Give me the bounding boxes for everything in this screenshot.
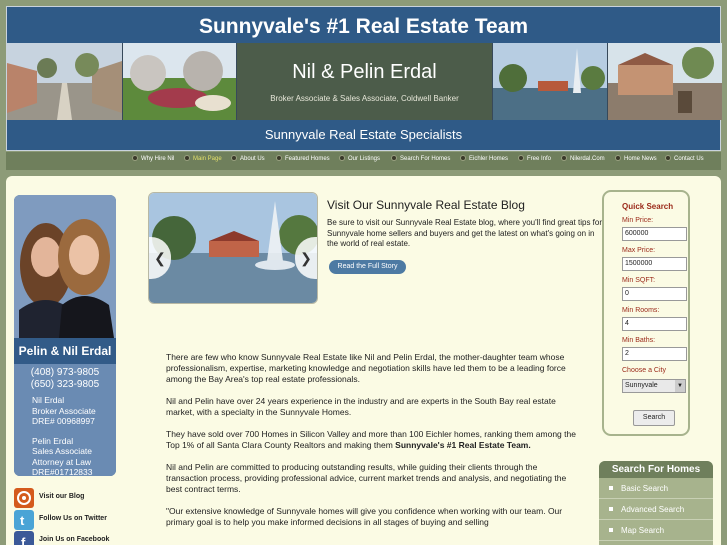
bullet-icon: [132, 155, 138, 161]
twitter-icon: t: [14, 510, 34, 530]
nav-item-featured-homes[interactable]: Featured Homes: [276, 155, 330, 162]
bullet-icon: [339, 155, 345, 161]
nav-item-our-listings[interactable]: Our Listings: [339, 155, 380, 162]
facebook-icon: f: [14, 531, 34, 545]
advanced-search-link[interactable]: Advanced Search: [599, 499, 713, 520]
bullet-icon: [184, 155, 190, 161]
blog-title: Visit Our Sunnyvale Real Estate Blog: [327, 198, 525, 212]
min-price-input[interactable]: 600000: [622, 227, 687, 241]
pelin-title-2: Attorney at Law: [32, 456, 92, 467]
bullet-icon: [460, 155, 466, 161]
min-baths-label: Min Baths:: [622, 337, 656, 344]
quick-search-button[interactable]: Search: [633, 410, 675, 426]
site-title: Sunnyvale's #1 Real Estate Team: [198, 15, 529, 38]
min-baths-input[interactable]: 2: [622, 347, 687, 361]
city-label: Choose a City: [622, 367, 666, 374]
bullet-icon: [231, 155, 237, 161]
basic-search-link[interactable]: Basic Search: [599, 478, 713, 499]
nav-item-home-news[interactable]: Home News: [615, 155, 657, 162]
agent-names: Nil & Pelin Erdal: [292, 61, 437, 83]
read-full-story-button[interactable]: Read the Full Story: [329, 260, 406, 274]
bullet-icon: [609, 486, 613, 490]
min-price-label: Min Price:: [622, 217, 654, 224]
nil-title: Broker Associate: [32, 405, 96, 416]
nav-item-why-hire-nil[interactable]: Why Hire Nil: [132, 155, 174, 162]
agents-photo: [14, 195, 116, 338]
nil-dre: DRE# 00968997: [32, 416, 95, 426]
max-price-label: Max Price:: [622, 247, 656, 254]
main-nav: Why Hire Nil Main Page About Us Featured…: [6, 152, 721, 170]
nil-name: Nil Erdal: [32, 395, 65, 405]
names-box: Nil & Pelin Erdal Broker Associate & Sal…: [237, 43, 492, 120]
pelin-dre: DRE#01712833: [32, 467, 93, 476]
site-header: Sunnyvale's #1 Real Estate Team Nil & Pe…: [6, 6, 722, 151]
nav-item-nilerdal-com[interactable]: Nilerdal.Com: [561, 155, 605, 162]
nav-item-about-us[interactable]: About Us: [231, 155, 265, 162]
svg-text:f: f: [21, 535, 26, 545]
blog-description: Be sure to visit our Sunnyvale Real Esta…: [327, 218, 603, 248]
intro-text: There are few who know Sunnyvale Real Es…: [166, 352, 581, 539]
search-for-homes-title: Search For Homes: [599, 461, 713, 478]
phone-1[interactable]: (408) 973-9805: [14, 367, 116, 379]
search-for-homes-panel: Search For Homes Basic Search Advanced S…: [599, 461, 713, 545]
chevron-left-icon: ❮: [154, 249, 166, 266]
chevron-right-icon: ❯: [300, 249, 312, 266]
bullet-icon: [391, 155, 397, 161]
phone-2[interactable]: (650) 323-9805: [14, 379, 116, 391]
image-slider: ❮ ❯: [148, 192, 318, 304]
chevron-down-icon: ▼: [675, 380, 685, 392]
statue-photo: [608, 43, 722, 120]
pelin-name: Pelin Erdal: [32, 435, 74, 446]
nav-item-free-info[interactable]: Free Info: [518, 155, 551, 162]
quick-search-title: Quick Search: [622, 202, 674, 211]
bullet-icon: [609, 507, 613, 511]
nav-item-main-page[interactable]: Main Page: [184, 155, 222, 162]
team-highlight: Sunnyvale's #1 Real Estate Team.: [395, 440, 531, 450]
min-rooms-input[interactable]: 4: [622, 317, 687, 331]
photo-strip: Nil & Pelin Erdal Broker Associate & Sal…: [7, 43, 722, 120]
profile-name: Pelin & Nil Erdal: [18, 344, 112, 358]
min-sqft-label: Min SQFT:: [622, 277, 656, 284]
paragraph-4: Nil and Pelin are committed to producing…: [166, 462, 567, 494]
min-sqft-input[interactable]: 0: [622, 287, 687, 301]
city-select[interactable]: Sunnyvale ▼: [622, 379, 686, 393]
paragraph-3: They have sold over 700 Homes in Silicon…: [166, 429, 576, 450]
fountain-photo: [493, 43, 607, 120]
min-rooms-label: Min Rooms:: [622, 307, 660, 314]
main-content: Pelin & Nil Erdal (408) 973-9805 (650) 3…: [6, 176, 721, 545]
bullet-icon: [276, 155, 282, 161]
street-photo: [7, 43, 122, 120]
paragraph-2: Nil and Pelin have over 24 years experie…: [166, 396, 556, 417]
agent-subtitle: Broker Associate & Sales Associate, Cold…: [270, 94, 459, 103]
tagline: Sunnyvale Real Estate Specialists: [264, 127, 463, 142]
park-photo: [123, 43, 236, 120]
profile-details: (408) 973-9805 (650) 323-9805 Nil Erdal …: [14, 364, 116, 476]
blog-icon: [14, 488, 34, 508]
nav-item-contact-us[interactable]: Contact Us: [665, 155, 704, 162]
paragraph-5: "Our extensive knowledge of Sunnyvale ho…: [166, 506, 563, 527]
nav-item-eichler-homes[interactable]: Eichler Homes: [460, 155, 508, 162]
bullet-icon: [609, 528, 613, 532]
nav-item-search-for-homes[interactable]: Search For Homes: [391, 155, 450, 162]
pelin-title: Sales Associate: [32, 446, 93, 456]
bullet-icon: [615, 155, 621, 161]
quick-search-panel: Quick Search Min Price: 600000 Max Price…: [602, 190, 690, 436]
agent-profile-card: Pelin & Nil Erdal (408) 973-9805 (650) 3…: [14, 195, 116, 476]
bullet-icon: [665, 155, 671, 161]
bullet-icon: [518, 155, 524, 161]
map-search-link[interactable]: Map Search: [599, 520, 713, 541]
paragraph-1: There are few who know Sunnyvale Real Es…: [166, 352, 566, 384]
svg-text:t: t: [20, 513, 25, 528]
bullet-icon: [561, 155, 567, 161]
max-price-input[interactable]: 1500000: [622, 257, 687, 271]
